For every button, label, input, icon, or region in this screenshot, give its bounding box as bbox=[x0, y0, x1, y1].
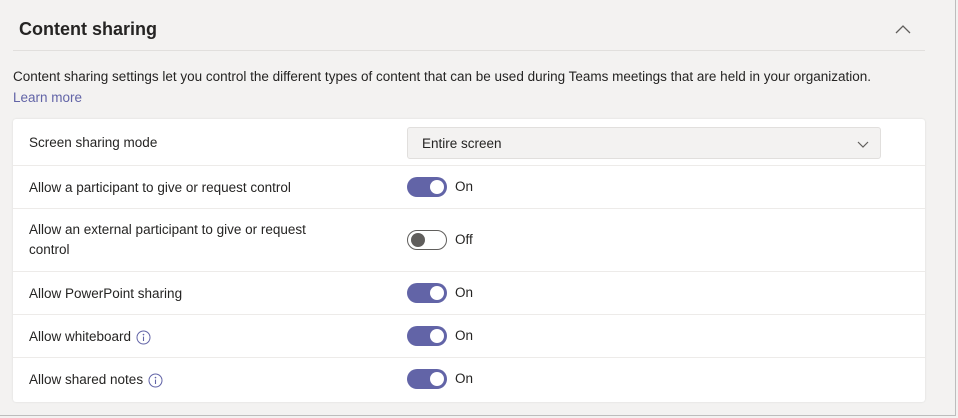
shared-notes-toggle[interactable] bbox=[407, 369, 447, 389]
powerpoint-sharing-label: Allow PowerPoint sharing bbox=[29, 286, 183, 301]
powerpoint-sharing-toggle[interactable] bbox=[407, 283, 447, 303]
section-description: Content sharing settings let you control… bbox=[13, 66, 933, 108]
toggle-state-text: On bbox=[455, 285, 474, 300]
toggle-knob bbox=[430, 329, 444, 343]
toggle-knob bbox=[411, 232, 425, 247]
toggle-knob bbox=[430, 180, 444, 194]
give-request-control-toggle[interactable] bbox=[407, 177, 447, 197]
external-control-label: Allow an external participant to give or… bbox=[29, 220, 349, 260]
section-header: Content sharing bbox=[13, 0, 925, 51]
description-text: Content sharing settings let you control… bbox=[13, 69, 872, 84]
section-title: Content sharing bbox=[19, 19, 157, 39]
info-icon[interactable] bbox=[136, 330, 151, 345]
setting-row-shared-notes: Allow shared notes On bbox=[13, 358, 925, 402]
external-control-label-line1: Allow an external participant to give or… bbox=[29, 222, 306, 237]
learn-more-link[interactable]: Learn more bbox=[13, 90, 82, 105]
setting-row-whiteboard: Allow whiteboard On bbox=[13, 315, 925, 358]
settings-card: Screen sharing mode Entire screen Allow … bbox=[13, 119, 925, 402]
whiteboard-label-wrap: Allow whiteboard bbox=[29, 327, 349, 347]
screen-sharing-dropdown[interactable]: Entire screen bbox=[407, 127, 881, 159]
setting-row-external-control: Allow an external participant to give or… bbox=[13, 209, 925, 272]
setting-row-screen-sharing: Screen sharing mode Entire screen bbox=[13, 119, 925, 166]
whiteboard-label: Allow whiteboard bbox=[29, 329, 132, 344]
collapse-button[interactable] bbox=[893, 20, 913, 38]
toggle-state-text: Off bbox=[455, 232, 473, 247]
dropdown-value: Entire screen bbox=[422, 136, 502, 151]
external-control-toggle[interactable] bbox=[407, 230, 447, 250]
shared-notes-label: Allow shared notes bbox=[29, 372, 144, 387]
toggle-state-text: On bbox=[455, 179, 474, 194]
toggle-knob bbox=[430, 372, 444, 386]
setting-row-give-request-control: Allow a participant to give or request c… bbox=[13, 166, 925, 209]
info-icon[interactable] bbox=[148, 373, 163, 388]
shared-notes-label-wrap: Allow shared notes bbox=[29, 370, 349, 390]
external-control-label-line2: control bbox=[29, 242, 70, 257]
toggle-state-text: On bbox=[455, 371, 474, 386]
toggle-knob bbox=[430, 286, 444, 300]
toggle-state-text: On bbox=[455, 328, 474, 343]
give-request-control-label: Allow a participant to give or request c… bbox=[29, 180, 291, 195]
screen-sharing-label: Screen sharing mode bbox=[29, 135, 158, 150]
chevron-up-icon bbox=[895, 25, 911, 34]
setting-row-powerpoint-sharing: Allow PowerPoint sharing On bbox=[13, 272, 925, 315]
chevron-down-icon bbox=[857, 141, 869, 148]
whiteboard-toggle[interactable] bbox=[407, 326, 447, 346]
